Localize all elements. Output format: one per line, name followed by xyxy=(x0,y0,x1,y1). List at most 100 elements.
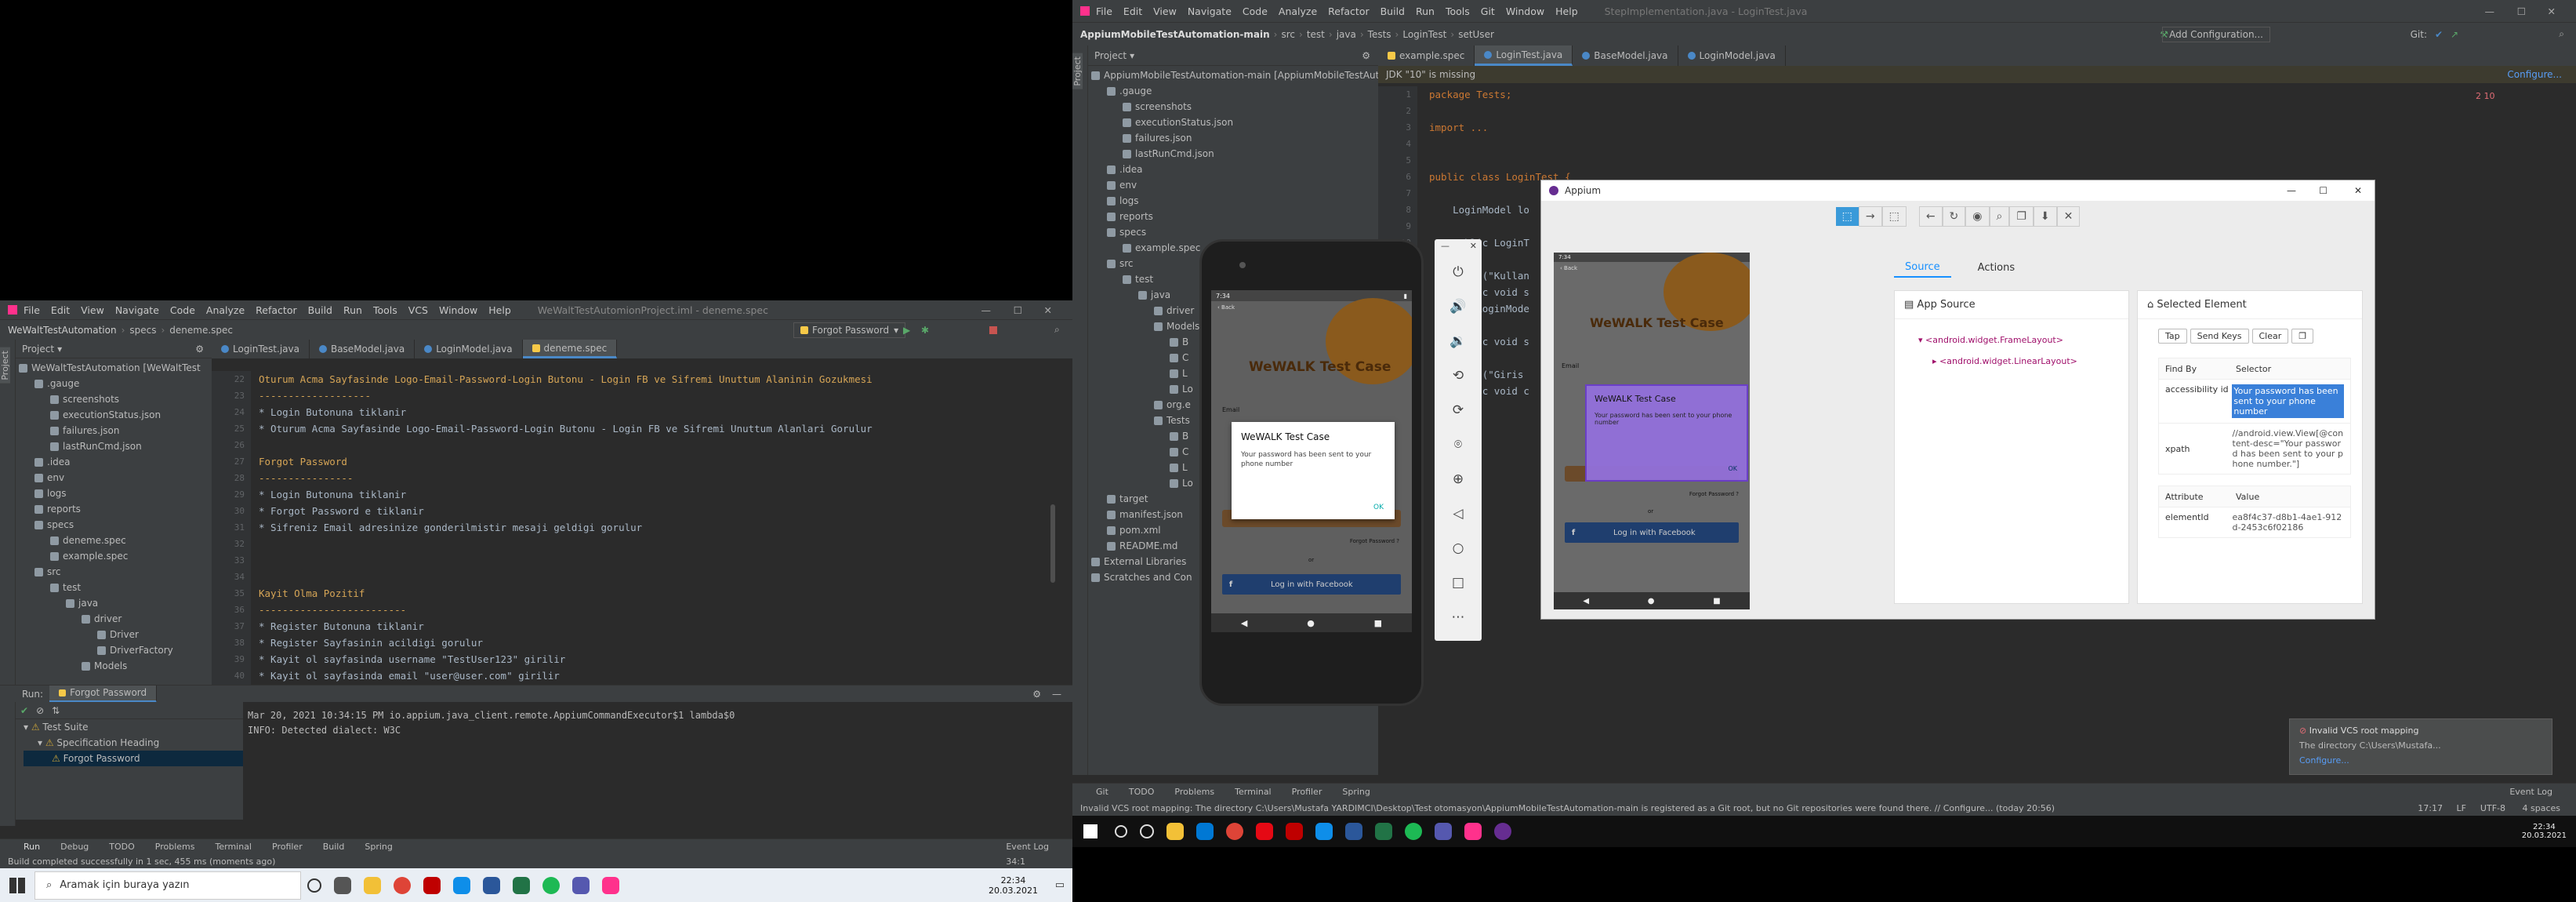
git-push-icon[interactable]: ↗ xyxy=(2451,29,2458,40)
rotate-left-icon[interactable]: ⟲ xyxy=(1435,358,1482,393)
project-tool-tab[interactable]: Project xyxy=(1072,53,1083,89)
back-icon[interactable]: ◁ xyxy=(1435,496,1482,531)
tab-basemodel[interactable]: BaseModel.java xyxy=(1573,45,1678,66)
tool-git[interactable]: Git xyxy=(1096,787,1108,797)
word-icon[interactable] xyxy=(483,876,500,894)
volume-down-icon[interactable]: 🔉 xyxy=(1435,324,1482,358)
breadcrumb-project[interactable]: AppiumMobileTestAutomation-main xyxy=(1080,29,1270,40)
eye-icon[interactable]: ◉ xyxy=(1965,206,1990,227)
menu-run[interactable]: Run xyxy=(1416,5,1435,17)
tree-item[interactable]: failures.json xyxy=(16,423,212,438)
vcs-notification[interactable]: ⊘ Invalid VCS root mapping The directory… xyxy=(2289,718,2552,775)
copy-attributes-icon[interactable]: ❐ xyxy=(2291,329,2314,344)
tool-spring[interactable]: Spring xyxy=(365,842,393,852)
appium-icon[interactable] xyxy=(1494,823,1511,840)
run-icon[interactable]: ▶ xyxy=(903,325,910,336)
nav-back-icon[interactable]: ◀ xyxy=(1583,597,1589,606)
tree-item[interactable]: .idea xyxy=(1088,162,1378,177)
chevron-down-icon[interactable]: ▾ xyxy=(57,344,62,355)
menu-navigate[interactable]: Navigate xyxy=(1188,5,1232,17)
project-panel-title[interactable]: Project xyxy=(22,344,54,355)
mail-icon[interactable] xyxy=(1196,823,1214,840)
tab-example-spec[interactable]: example.spec xyxy=(1378,45,1475,66)
filezilla-icon[interactable] xyxy=(1286,823,1303,840)
project-tool-tab[interactable]: Project xyxy=(0,347,10,384)
screenshot-icon[interactable]: ⌾ xyxy=(1435,427,1482,462)
menu-navigate[interactable]: Navigate xyxy=(115,304,159,316)
stop-icon[interactable] xyxy=(989,326,997,334)
minimize-icon[interactable]: — xyxy=(2287,185,2296,196)
facebook-button[interactable]: f Log in with Facebook xyxy=(1222,574,1401,595)
rotate-right-icon[interactable]: ⟳ xyxy=(1435,393,1482,427)
menu-tools[interactable]: Tools xyxy=(1446,5,1470,17)
menu-edit[interactable]: Edit xyxy=(1123,5,1142,17)
tab-loginmodel[interactable]: LoginModel.java xyxy=(1678,45,1786,66)
tool-profiler[interactable]: Profiler xyxy=(272,842,303,852)
selector-cell[interactable]: Your password has been sent to your phon… xyxy=(2232,384,2344,418)
menu-build[interactable]: Build xyxy=(1381,5,1405,17)
windows-start-icon[interactable] xyxy=(1083,824,1098,838)
intellij-icon[interactable] xyxy=(1464,823,1482,840)
settings-gear-icon[interactable]: ⚙ xyxy=(1032,689,1041,700)
tool-todo[interactable]: TODO xyxy=(1129,787,1155,797)
left-editor-code[interactable]: Oturum Acma Sayfasinde Logo-Email-Passwo… xyxy=(259,371,1043,685)
tab-deneme-spec[interactable]: deneme.spec xyxy=(522,340,618,358)
tree-item[interactable]: WeWaltTestAutomation [WeWaltTest xyxy=(16,360,212,376)
search-icon[interactable]: ⌕ xyxy=(1054,324,1060,336)
maximize-icon[interactable]: ☐ xyxy=(2319,185,2327,196)
tool-profiler[interactable]: Profiler xyxy=(1292,787,1322,797)
hide-panel-icon[interactable]: — xyxy=(1052,689,1061,700)
emulator-screen[interactable]: 7:34 ▮ ‹ Back WeWALK Test Case Email For… xyxy=(1211,290,1412,632)
status-line-col[interactable]: 17:17 xyxy=(2418,803,2443,813)
search-icon[interactable]: ⌕ xyxy=(2559,28,2564,40)
tree-item[interactable]: lastRunCmd.json xyxy=(16,438,212,454)
nav-home-icon[interactable]: ● xyxy=(1307,618,1315,628)
tree-item[interactable]: env xyxy=(16,470,212,486)
settings-gear-icon[interactable]: ⚙ xyxy=(195,344,204,355)
menu-tools[interactable]: Tools xyxy=(373,304,397,316)
menu-git[interactable]: Git xyxy=(1481,5,1495,17)
tool-spring[interactable]: Spring xyxy=(1342,787,1370,797)
swipe-icon[interactable]: → xyxy=(1858,206,1882,227)
excel-icon[interactable] xyxy=(1375,823,1392,840)
menu-help[interactable]: Help xyxy=(1555,5,1578,17)
more-icon[interactable]: ⋯ xyxy=(1435,600,1482,635)
teamviewer-icon[interactable] xyxy=(453,876,470,894)
home-icon[interactable]: ○ xyxy=(1435,531,1482,566)
editor-scrollbar[interactable] xyxy=(1050,504,1055,583)
facebook-button[interactable]: f Log in with Facebook xyxy=(1565,522,1739,543)
minimize-icon[interactable]: — xyxy=(981,304,992,316)
taskbar-app-icon[interactable] xyxy=(334,876,351,894)
tab-actions[interactable]: Actions xyxy=(1967,259,2026,277)
menu-edit[interactable]: Edit xyxy=(51,304,70,316)
tree-item[interactable]: logs xyxy=(16,486,212,501)
menu-view[interactable]: View xyxy=(81,304,104,316)
close-icon[interactable]: ✕ xyxy=(1470,241,1477,252)
highlighted-element[interactable]: WeWALK Test Case Your password has been … xyxy=(1585,384,1748,482)
chevron-down-icon[interactable]: ▾ xyxy=(1130,50,1134,61)
tree-item[interactable]: executionStatus.json xyxy=(16,407,212,423)
tool-todo[interactable]: TODO xyxy=(109,842,135,852)
chrome-icon[interactable] xyxy=(1226,823,1243,840)
left-clock[interactable]: 22:34 20.03.2021 xyxy=(989,875,1038,896)
run-tab[interactable]: Forgot Password xyxy=(49,685,158,703)
maximize-icon[interactable]: ☐ xyxy=(1014,304,1022,316)
back-icon[interactable]: ← xyxy=(1918,206,1943,227)
spotify-icon[interactable] xyxy=(542,876,560,894)
tree-item[interactable]: AppiumMobileTestAutomation-main [AppiumM… xyxy=(1088,67,1378,83)
download-icon[interactable]: ⬇ xyxy=(2033,206,2057,227)
nav-home-icon[interactable]: ● xyxy=(1648,597,1655,606)
menu-vcs[interactable]: VCS xyxy=(408,304,428,316)
tree-item[interactable]: lastRunCmd.json xyxy=(1088,146,1378,162)
search-icon[interactable] xyxy=(1115,825,1127,838)
tree-item[interactable]: Models xyxy=(16,658,212,674)
tree-item[interactable]: Driver xyxy=(16,627,212,642)
breadcrumb-test[interactable]: test xyxy=(1307,29,1325,40)
nav-recents-icon[interactable]: ■ xyxy=(1374,618,1382,628)
run-console[interactable]: Mar 20, 2021 10:34:15 PM io.appium.java_… xyxy=(248,708,1032,802)
add-configuration-button[interactable]: Add Configuration... xyxy=(2162,26,2270,42)
excel-icon[interactable] xyxy=(513,876,530,894)
tap-coordinates-icon[interactable]: ⬚ xyxy=(1881,206,1907,227)
dialog-ok-button[interactable]: OK xyxy=(1373,504,1384,511)
breadcrumb-tests[interactable]: Tests xyxy=(1368,29,1391,40)
